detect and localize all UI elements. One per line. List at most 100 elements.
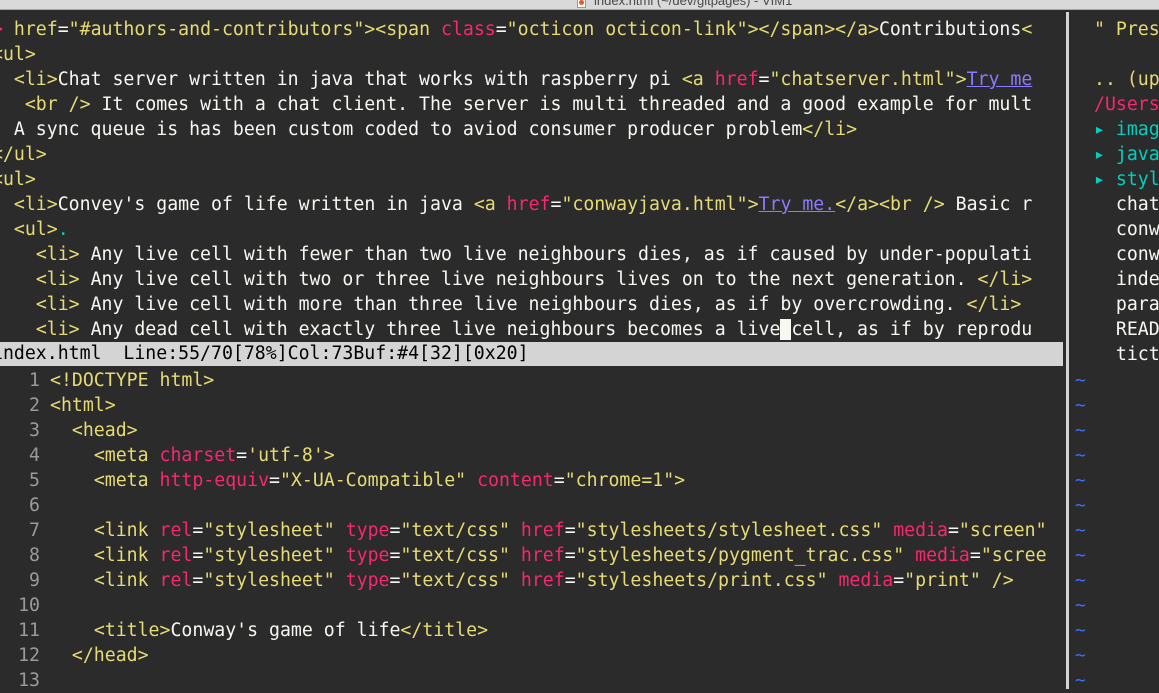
top-pane-line[interactable]: <ul> bbox=[0, 167, 36, 192]
top-pane-line[interactable]: <li>Convey's game of life written in jav… bbox=[0, 192, 1032, 217]
code-token: media bbox=[893, 520, 948, 541]
code-token: Any dead cell with exactly three live ne… bbox=[90, 319, 781, 340]
file-tree-line[interactable]: ▸ images bbox=[1094, 117, 1159, 142]
bottom-pane-line[interactable]: <link rel="stylesheet" type="text/css" h… bbox=[50, 568, 1014, 593]
code-token: Any live cell with more than three live … bbox=[90, 294, 967, 315]
code-token: conway bbox=[1115, 244, 1159, 265]
top-pane-line[interactable]: A sync queue is has been custom coded to… bbox=[0, 117, 857, 142]
code-token: href bbox=[714, 69, 759, 90]
line-number: 1 bbox=[29, 370, 40, 391]
window-titlebar: index.html (~/dev/gitpages) - VIM1 bbox=[0, 0, 1159, 10]
code-token: cell, as if by reprodu bbox=[791, 319, 1033, 340]
bottom-pane-line[interactable]: <head> bbox=[50, 418, 138, 443]
code-token: <meta bbox=[93, 445, 160, 466]
code-token: <br /> bbox=[24, 94, 102, 115]
code-token: params bbox=[1115, 294, 1159, 315]
code-token: ▸ bbox=[1094, 169, 1116, 190]
code-token: <li> bbox=[35, 244, 91, 265]
line-number: 12 bbox=[18, 645, 40, 666]
code-token: </li> bbox=[966, 294, 1022, 315]
code-token: /Users/a bbox=[1094, 94, 1159, 115]
code-token: = bbox=[564, 545, 576, 566]
code-token: = bbox=[236, 445, 248, 466]
code-token: "chatserver.html"> bbox=[769, 69, 967, 90]
file-tree-line[interactable]: tictac bbox=[1094, 342, 1159, 367]
bottom-pane-line[interactable]: <!DOCTYPE html> bbox=[50, 368, 214, 393]
file-tree-line[interactable]: " Press bbox=[1094, 17, 1159, 42]
code-token: ▸ bbox=[1094, 119, 1116, 140]
bottom-pane-line[interactable]: <meta http-equiv="X-UA-Compatible" conte… bbox=[50, 468, 685, 493]
code-token: <ul> bbox=[0, 169, 36, 190]
code-token: "X-UA-Compatible" bbox=[279, 470, 478, 491]
file-tree-line[interactable]: .. (up a bbox=[1094, 67, 1159, 92]
top-pane-line[interactable]: </ul> bbox=[0, 142, 47, 167]
bottom-pane-line[interactable]: <link rel="stylesheet" type="text/css" h… bbox=[50, 518, 1047, 543]
code-token: <li> bbox=[35, 319, 91, 340]
line-number: 2 bbox=[29, 395, 40, 416]
code-token: href bbox=[520, 520, 565, 541]
file-tree-line[interactable]: conway bbox=[1094, 217, 1159, 242]
top-pane-line[interactable]: <li> Any dead cell with exactly three li… bbox=[0, 317, 1032, 342]
top-pane-line[interactable]: <br /> It comes with a chat client. The … bbox=[0, 92, 1032, 117]
top-pane-line[interactable]: <ul> bbox=[0, 42, 36, 67]
empty-line-marker: ~ bbox=[1075, 420, 1086, 441]
file-tree-line[interactable]: params bbox=[1094, 292, 1159, 317]
empty-line-marker: ~ bbox=[1075, 645, 1086, 666]
file-tree-line[interactable]: conway bbox=[1094, 242, 1159, 267]
code-token: media bbox=[838, 570, 894, 591]
top-pane-line[interactable]: <li> Any live cell with two or three liv… bbox=[0, 267, 1032, 292]
file-tree-line[interactable]: chatse bbox=[1094, 192, 1159, 217]
editor-bottom-pane[interactable]: 1 2 3 4 5 6 7 8 9 10 11 12 13 <!DOCTYPE html> <html> … bbox=[0, 368, 1063, 689]
file-tree-line[interactable]: ▸ javasc bbox=[1094, 142, 1159, 167]
bottom-pane-line[interactable]: <title>Conway's game of life</title> bbox=[50, 618, 488, 643]
code-area[interactable]: <!DOCTYPE html> <html> <head> <meta chars… bbox=[50, 368, 1063, 689]
bottom-pane-line[interactable]: <meta charset='utf-8'> bbox=[50, 443, 335, 468]
top-pane-line[interactable]: <ul>. bbox=[0, 217, 69, 242]
vertical-split-divider[interactable] bbox=[1063, 12, 1073, 689]
line-number: 9 bbox=[29, 570, 40, 591]
code-token: <link bbox=[93, 520, 160, 541]
editor-top-pane[interactable]: > href="#authors-and-contributors"><span… bbox=[0, 12, 1063, 342]
top-pane-line[interactable]: <li> Any live cell with fewer than two l… bbox=[0, 242, 1032, 267]
code-token: = bbox=[564, 570, 576, 591]
code-token: "text/css" bbox=[400, 545, 521, 566]
text-cursor bbox=[780, 319, 792, 340]
bottom-pane-line[interactable]: <link rel="stylesheet" type="text/css" h… bbox=[50, 543, 1047, 568]
empty-line-marker: ~ bbox=[1075, 395, 1086, 416]
code-token: .. (up a bbox=[1094, 69, 1159, 90]
bottom-pane-line[interactable]: <html> bbox=[50, 393, 116, 418]
code-token: <!DOCTYPE html> bbox=[50, 370, 215, 391]
empty-line-marker: ~ bbox=[1075, 445, 1086, 466]
top-pane-line[interactable]: <li>Chat server written in java that wor… bbox=[0, 67, 1032, 92]
file-tree-line[interactable]: README bbox=[1094, 317, 1159, 342]
code-token: = bbox=[389, 520, 401, 541]
code-token: > bbox=[0, 19, 14, 40]
code-token: styles bbox=[1115, 169, 1159, 190]
file-tree-line[interactable]: ▸ styles bbox=[1094, 167, 1159, 192]
code-token: Chat server written in java that works w… bbox=[57, 69, 682, 90]
code-token: rel bbox=[159, 545, 193, 566]
code-token: " Press bbox=[1094, 19, 1159, 40]
code-token: . bbox=[57, 219, 69, 240]
top-pane-line[interactable]: <li> Any live cell with more than three … bbox=[0, 292, 1021, 317]
code-token: "stylesheet" bbox=[203, 570, 346, 591]
code-token: <link bbox=[93, 545, 160, 566]
code-token: = bbox=[947, 520, 959, 541]
code-token: javasc bbox=[1115, 144, 1159, 165]
file-tree-line[interactable]: /Users/a bbox=[1094, 92, 1159, 117]
file-tree-line[interactable]: index. bbox=[1094, 267, 1159, 292]
code-token: <ul> bbox=[0, 44, 36, 65]
code-token: http-equiv bbox=[159, 470, 270, 491]
top-pane-line[interactable]: > href="#authors-and-contributors"><span… bbox=[0, 17, 1032, 42]
code-token: type bbox=[345, 545, 390, 566]
line-number-gutter: 1 2 3 4 5 6 7 8 9 10 11 12 13 bbox=[0, 368, 44, 689]
code-token: </ul> bbox=[0, 144, 47, 165]
empty-line-marker: ~ bbox=[1075, 595, 1086, 616]
bottom-pane-line[interactable]: </head> bbox=[50, 643, 149, 668]
code-token: = bbox=[192, 545, 204, 566]
